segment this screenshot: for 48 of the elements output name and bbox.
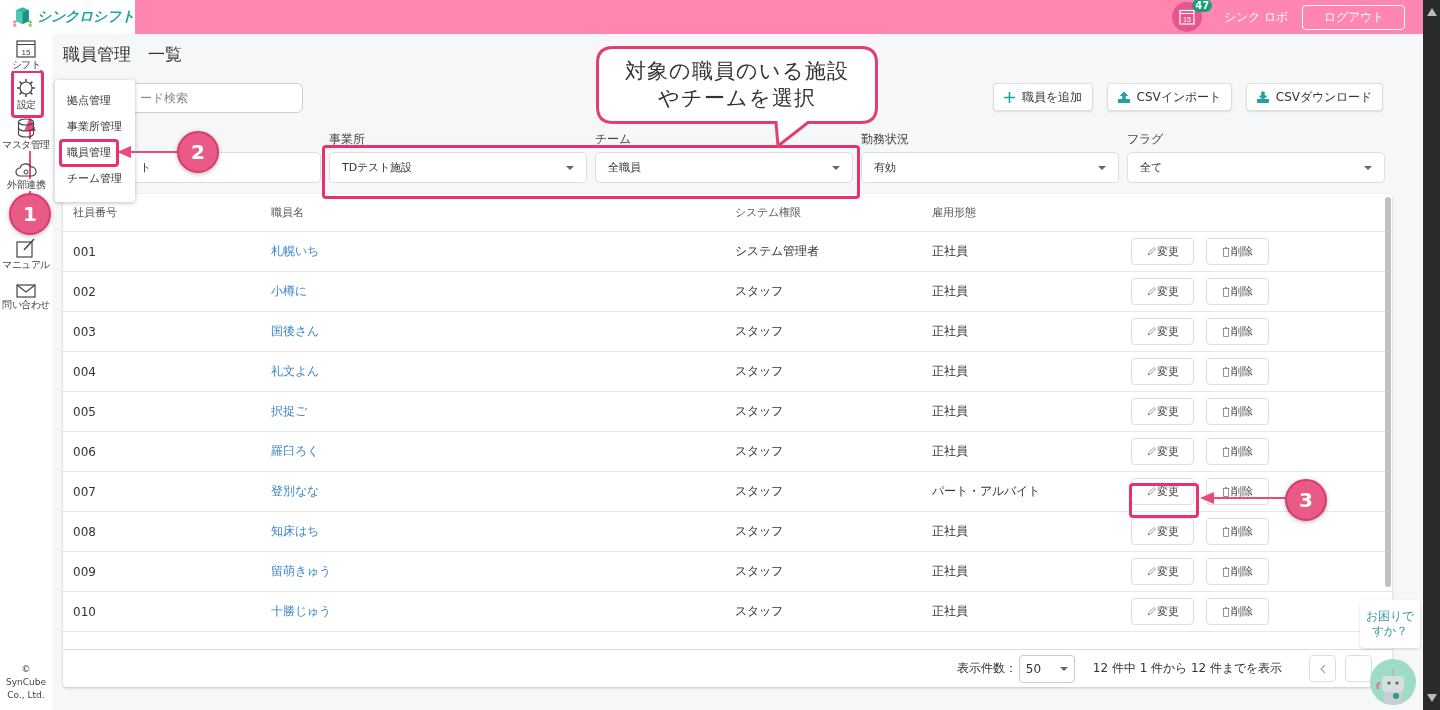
table-cell-text: 正社員 xyxy=(932,283,969,300)
filter-label: フラグ xyxy=(1127,131,1164,145)
table-cell-text: 008 xyxy=(73,524,97,539)
table-cell-text: 正社員 xyxy=(932,443,969,460)
calendar-icon: 15 xyxy=(16,39,36,58)
column-header: システム権限 xyxy=(735,205,802,220)
table-cell-text: スタッフ xyxy=(735,563,784,580)
table-cell-text: 009 xyxy=(73,564,97,579)
page-size-label: 表示件数： xyxy=(956,660,1017,677)
table-cell-text: 正社員 xyxy=(932,363,969,380)
filter-label: チーム xyxy=(595,131,632,145)
table-cell-text: スタッフ xyxy=(735,403,784,420)
table-cell-text: スタッフ xyxy=(735,603,784,620)
table-cell-text: 003 xyxy=(73,324,97,339)
column-header: 職員名 xyxy=(271,205,305,220)
logo-text: シンクロシフト xyxy=(37,8,135,26)
table-cell-text: スタッフ xyxy=(735,363,784,380)
pagination-summary: 12 件中 1 件から 12 件までを表示 xyxy=(1092,660,1282,677)
table-cell-text: 正社員 xyxy=(932,243,969,260)
table-cell-text: 007 xyxy=(73,484,97,499)
table-cell-text: スタッフ xyxy=(735,523,784,540)
table-cell-text: 正社員 xyxy=(932,403,969,420)
table-cell-text: 正社員 xyxy=(932,563,969,580)
table-cell-text: システム管理者 xyxy=(735,243,820,260)
table-cell-text: 002 xyxy=(73,284,97,299)
table-cell-text: 001 xyxy=(73,244,97,259)
page-title: 職員管理 一覧 xyxy=(63,43,183,65)
step-marker: 2 xyxy=(177,131,219,173)
callout-text: 対象の職員のいる施設 やチームを選択 xyxy=(625,58,849,112)
user-name: シンク ロボ xyxy=(1224,8,1288,26)
table-cell-text: 006 xyxy=(73,444,97,459)
table-cell-text: スタッフ xyxy=(735,323,784,340)
table-cell-text: スタッフ xyxy=(735,283,784,300)
copyright-text: © SynCube Co., Ltd. xyxy=(5,663,47,702)
table-cell-text: スタッフ xyxy=(735,483,784,500)
table-cell-text: 正社員 xyxy=(932,523,969,540)
table-cell-text: 正社員 xyxy=(932,323,969,340)
filter-label: 事業所 xyxy=(329,131,366,145)
table-cell-text: スタッフ xyxy=(735,443,784,460)
table-cell-text: パート・アルバイト xyxy=(932,483,1041,500)
table-cell-text: 010 xyxy=(73,604,97,619)
filter-label: 勤務状況 xyxy=(861,131,910,145)
column-header: 雇用形態 xyxy=(932,205,977,220)
table-cell-text: 005 xyxy=(73,404,97,419)
table-cell-text: 004 xyxy=(73,364,97,379)
column-header: 社員番号 xyxy=(73,205,118,220)
notification-badge: 47 xyxy=(1192,0,1213,12)
table-cell-text: 正社員 xyxy=(932,603,969,620)
